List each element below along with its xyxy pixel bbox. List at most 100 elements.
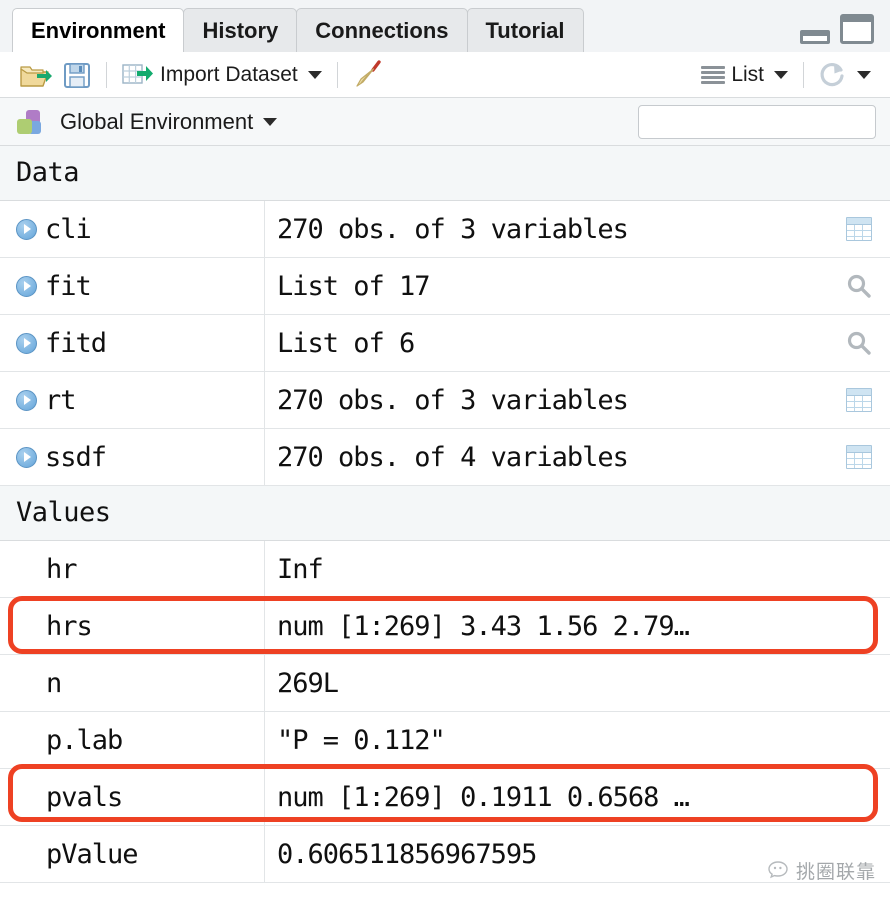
object-name-cell: fitd [0, 315, 265, 371]
global-environment-label: Global Environment [60, 108, 254, 134]
view-table-icon[interactable] [846, 445, 872, 469]
wechat-logo-icon [768, 860, 788, 878]
tab-environment[interactable]: Environment [12, 8, 185, 52]
table-row[interactable]: cli 270 obs. of 3 variables [0, 201, 890, 258]
object-value: 270 obs. of 3 variables [277, 213, 629, 245]
save-workspace-button[interactable] [58, 59, 96, 91]
table-row-highlighted[interactable]: pvals num [1:269] 0.1911 0.6568 … [0, 769, 890, 826]
watermark: 挑圈联靠 [768, 857, 876, 884]
tab-history[interactable]: History [183, 8, 298, 52]
table-row-highlighted[interactable]: hrs num [1:269] 3.43 1.56 2.79… [0, 598, 890, 655]
row-action[interactable] [828, 201, 890, 257]
environment-selector-row: Global Environment [0, 98, 890, 146]
row-action [828, 712, 890, 768]
global-environment-caret-icon[interactable] [263, 117, 278, 126]
search-box[interactable] [638, 104, 878, 139]
pane-window-controls [800, 14, 874, 44]
load-workspace-button[interactable] [14, 59, 58, 91]
tab-tutorial-label: Tutorial [485, 18, 565, 43]
object-value: 0.606511856967595 [277, 838, 537, 870]
view-table-icon[interactable] [846, 388, 872, 412]
tab-environment-label: Environment [31, 18, 166, 43]
refresh-button[interactable] [814, 59, 876, 91]
list-lines-icon [701, 65, 726, 84]
row-action[interactable] [828, 258, 890, 314]
view-mode-caret-icon[interactable] [774, 70, 788, 79]
object-name-cell: pvals [0, 769, 265, 825]
object-name: rt [45, 384, 77, 416]
tab-connections-label: Connections [315, 18, 449, 43]
object-value: num [1:269] 3.43 1.56 2.79… [277, 610, 690, 642]
import-dataset-caret-icon[interactable] [307, 70, 322, 79]
view-mode-button[interactable]: List [696, 61, 793, 89]
section-header-data: Data [0, 146, 890, 201]
object-value: "P = 0.112" [277, 724, 446, 756]
row-action [828, 769, 890, 825]
object-name-cell: p.lab [0, 712, 265, 768]
object-name-cell: hr [0, 541, 265, 597]
table-row[interactable]: fit List of 17 [0, 258, 890, 315]
tab-tutorial[interactable]: Tutorial [466, 8, 584, 52]
row-action [828, 541, 890, 597]
expand-arrow-icon[interactable] [16, 275, 37, 297]
minimize-pane-icon[interactable] [800, 30, 830, 44]
view-object-magnifier-icon[interactable] [846, 330, 872, 356]
object-name-cell: pValue [0, 826, 265, 882]
view-table-icon[interactable] [846, 217, 872, 241]
expand-arrow-icon[interactable] [16, 389, 37, 411]
toolbar-divider-2 [336, 61, 338, 88]
import-table-icon [122, 63, 153, 84]
refresh-icon [820, 62, 844, 86]
table-row[interactable]: p.lab "P = 0.112" [0, 712, 890, 769]
save-disk-icon [64, 62, 90, 88]
clear-workspace-button[interactable] [348, 58, 388, 92]
object-name: p.lab [46, 724, 123, 756]
row-action[interactable] [828, 315, 890, 371]
tab-connections[interactable]: Connections [296, 8, 468, 52]
row-action[interactable] [828, 429, 890, 485]
rstudio-environment-pane: Environment History Connections Tutorial [0, 0, 890, 906]
row-action[interactable] [828, 372, 890, 428]
object-value: List of 17 [277, 270, 431, 302]
search-input[interactable] [653, 110, 878, 133]
object-name-cell: hrs [0, 598, 265, 654]
import-dataset-button[interactable]: Import Dataset [117, 60, 327, 90]
object-name-cell: fit [0, 258, 265, 314]
object-name: ssdf [45, 441, 107, 473]
tab-history-label: History [202, 18, 279, 43]
toolbar-divider-3 [803, 61, 804, 88]
object-name: fitd [45, 327, 107, 359]
table-row[interactable]: n 269L [0, 655, 890, 712]
watermark-text: 挑圈联靠 [795, 861, 876, 883]
broom-icon [356, 59, 381, 87]
table-row[interactable]: pValue 0.606511856967595 [0, 826, 890, 883]
object-name-cell: cli [0, 201, 265, 257]
view-mode-label: List [731, 62, 764, 86]
object-name-cell: ssdf [0, 429, 265, 485]
refresh-caret-icon[interactable] [857, 70, 871, 79]
environment-object-grid: Data cli 270 obs. of 3 variables fit Lis… [0, 146, 890, 906]
table-row[interactable]: rt 270 obs. of 3 variables [0, 372, 890, 429]
table-row[interactable]: hr Inf [0, 541, 890, 598]
expand-arrow-icon[interactable] [16, 446, 37, 468]
table-row[interactable]: fitd List of 6 [0, 315, 890, 372]
environment-cubes-icon [17, 109, 41, 134]
grid-empty-row [0, 883, 890, 906]
object-name-cell: n [0, 655, 265, 711]
object-value: 269L [277, 667, 339, 699]
maximize-pane-icon[interactable] [840, 14, 874, 44]
object-name: pValue [46, 838, 139, 870]
expand-arrow-icon[interactable] [16, 332, 37, 354]
object-value: Inf [277, 553, 324, 585]
object-name: pvals [46, 781, 123, 813]
view-object-magnifier-icon[interactable] [846, 273, 872, 299]
section-header-values: Values [0, 486, 890, 541]
object-name: fit [45, 270, 92, 302]
global-environment-selector[interactable]: Global Environment [14, 105, 282, 139]
row-action [828, 598, 890, 654]
object-value: List of 6 [277, 327, 415, 359]
object-name: n [46, 667, 62, 699]
table-row[interactable]: ssdf 270 obs. of 4 variables [0, 429, 890, 486]
expand-arrow-icon[interactable] [16, 218, 37, 240]
object-name: cli [45, 213, 92, 245]
